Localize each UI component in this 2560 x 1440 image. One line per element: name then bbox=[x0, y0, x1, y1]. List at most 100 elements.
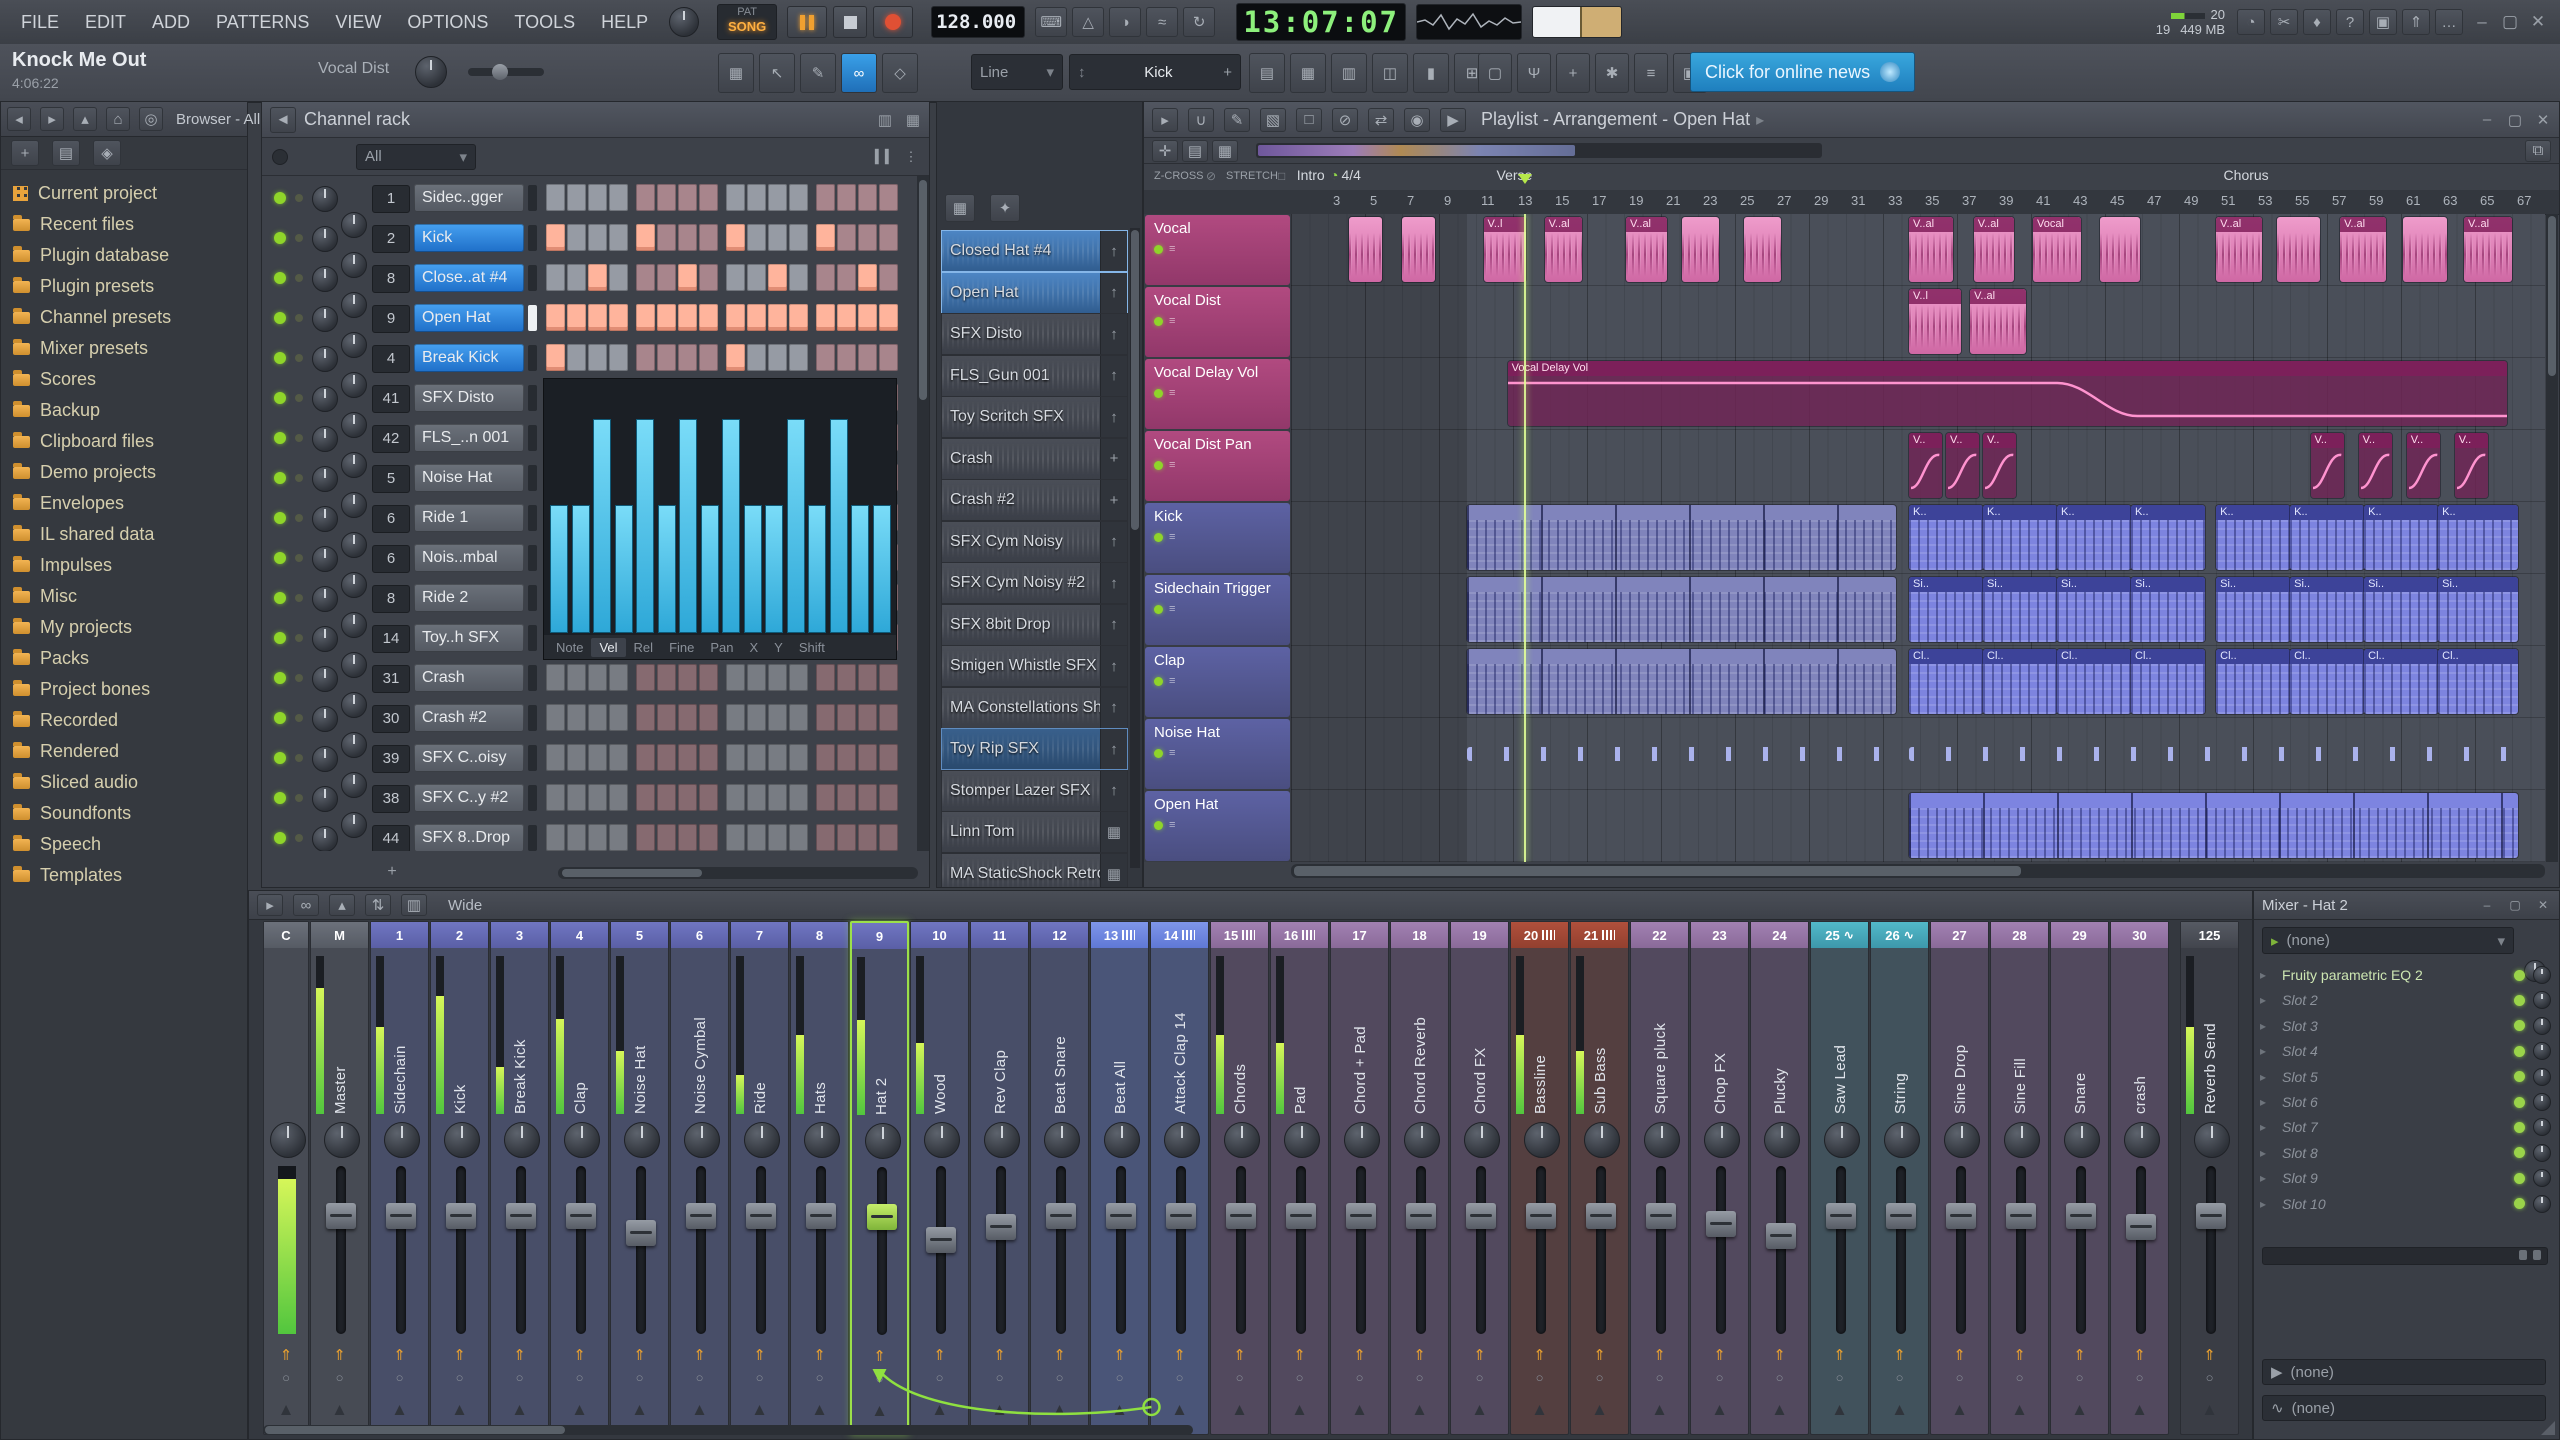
step-2[interactable] bbox=[567, 264, 586, 291]
channel-number[interactable]: 42 bbox=[372, 425, 410, 453]
strip-pan-knob[interactable] bbox=[2193, 1122, 2230, 1158]
clip-ticks[interactable] bbox=[1466, 747, 1897, 761]
step-7[interactable] bbox=[678, 224, 697, 251]
clip-pat[interactable]: K.. bbox=[1983, 505, 2058, 570]
route-target-icon[interactable]: ▲ bbox=[311, 1400, 368, 1420]
strip-fader-track[interactable] bbox=[695, 1166, 706, 1334]
track-enable-led[interactable] bbox=[1154, 532, 1163, 542]
slot-enable-led[interactable] bbox=[2514, 1147, 2525, 1159]
mixer-strip-27[interactable]: 27 Sine Drop ⇑ ○ ▲ bbox=[1930, 921, 1989, 1435]
slot-mix-knob[interactable] bbox=[2533, 1042, 2551, 1061]
channel-pan-knob[interactable] bbox=[312, 306, 338, 332]
arrow-icon[interactable]: ↑ bbox=[1100, 521, 1127, 562]
step-4[interactable] bbox=[609, 704, 628, 731]
clip-pat[interactable]: Cl.. bbox=[2131, 649, 2206, 714]
step-3[interactable] bbox=[588, 824, 607, 851]
clip-audio[interactable]: V..al bbox=[1544, 217, 1582, 282]
route-arrow-icon[interactable]: ⇑ bbox=[551, 1346, 608, 1364]
arrow-icon[interactable]: ↖ bbox=[759, 53, 795, 93]
fx-slot-8[interactable]: ▸ Slot 8 bbox=[2260, 1141, 2551, 1165]
fx-enable-led[interactable]: ○ bbox=[1991, 1370, 2048, 1385]
playlist-icon[interactable]: ▤ bbox=[1249, 53, 1285, 93]
fx-enable-led[interactable]: ○ bbox=[1151, 1370, 1208, 1385]
resize-grip[interactable] bbox=[2541, 1421, 2555, 1435]
picker-item-smigen-whistle-sfx[interactable]: Smigen Whistle SFX ↑ bbox=[941, 645, 1128, 687]
clip-audio[interactable] bbox=[1744, 217, 1782, 282]
slot-enable-led[interactable] bbox=[2514, 1071, 2525, 1083]
pattern-selector[interactable]: ↕ Kick + bbox=[1069, 54, 1241, 90]
clip-pat[interactable]: K.. bbox=[2057, 505, 2132, 570]
strip-header[interactable]: 18 bbox=[1391, 922, 1448, 948]
channel-number[interactable]: 44 bbox=[372, 825, 410, 851]
timeline-ruler[interactable]: 3 5 7 9 11 13 15 17 19 21 23 25 27 29 31 33 35 37 39 41 43 45… bbox=[1291, 190, 2545, 214]
strip-pan-knob[interactable] bbox=[563, 1122, 600, 1158]
strip-pan-knob[interactable] bbox=[1883, 1122, 1920, 1158]
menu-file[interactable]: FILE bbox=[8, 0, 72, 44]
step-15[interactable] bbox=[858, 224, 877, 251]
mixer-strip-11[interactable]: 11 Rev Clap ⇑ ○ ▲ bbox=[970, 921, 1029, 1435]
route-arrow-icon[interactable]: ⇑ bbox=[1391, 1346, 1448, 1364]
route-arrow-icon[interactable]: ⇑ bbox=[311, 1346, 368, 1364]
step-9[interactable] bbox=[726, 304, 745, 331]
picker-item-ma-constellations-sh-[interactable]: MA Constellations Sh.. ↑ bbox=[941, 686, 1128, 729]
strip-header[interactable]: 9 bbox=[852, 923, 907, 949]
fx-enable-led[interactable]: ○ bbox=[311, 1370, 368, 1385]
move-icon[interactable]: + bbox=[1100, 438, 1127, 479]
stretch-icon[interactable]: □ bbox=[1278, 169, 1285, 183]
fx-slot-4[interactable]: ▸ Slot 4 bbox=[2260, 1039, 2551, 1063]
strip-fader-handle[interactable] bbox=[565, 1202, 596, 1229]
channel-number[interactable]: 8 bbox=[372, 585, 410, 613]
step-5[interactable] bbox=[636, 784, 655, 811]
strip-fader-track[interactable] bbox=[1715, 1166, 1726, 1334]
strip-pan-knob[interactable] bbox=[743, 1122, 780, 1158]
strip-fader-track[interactable] bbox=[1355, 1166, 1366, 1334]
route-arrow-icon[interactable]: ⇑ bbox=[1271, 1346, 1328, 1364]
strip-fader-handle[interactable] bbox=[445, 1202, 476, 1229]
strip-fader-handle[interactable] bbox=[1825, 1202, 1856, 1229]
track-enable-led[interactable] bbox=[1154, 460, 1163, 470]
strip-pan-knob[interactable] bbox=[1943, 1122, 1980, 1158]
stop-button[interactable] bbox=[833, 6, 868, 38]
step-15[interactable] bbox=[858, 184, 877, 211]
playhead-line[interactable] bbox=[1524, 214, 1527, 862]
step-12[interactable] bbox=[789, 824, 808, 851]
strip-header[interactable]: 15 bbox=[1211, 922, 1268, 948]
strip-fader-track[interactable] bbox=[395, 1166, 406, 1334]
send-a-selector[interactable]: ▶ (none) bbox=[2262, 1359, 2546, 1385]
step-15[interactable] bbox=[858, 264, 877, 291]
mixer-strip-25[interactable]: 25 ∿ Saw Lead ⇑ ○ ▲ bbox=[1810, 921, 1869, 1435]
strip-fader-track[interactable] bbox=[1235, 1166, 1246, 1334]
step-6[interactable] bbox=[657, 744, 676, 771]
strip-pan-knob[interactable] bbox=[1763, 1122, 1800, 1158]
track-lock-icon[interactable]: ≡ bbox=[1169, 675, 1175, 687]
remote-icon[interactable]: ◇ bbox=[882, 53, 918, 93]
channel-number[interactable]: 38 bbox=[372, 785, 410, 813]
clip-pat[interactable]: Si.. bbox=[2216, 577, 2291, 642]
playlist-close[interactable]: ✕ bbox=[2535, 111, 2551, 129]
marker-chorus[interactable]: Chorus bbox=[2224, 167, 2269, 183]
strip-pan-knob[interactable] bbox=[1043, 1122, 1080, 1158]
strip-fader-track[interactable] bbox=[455, 1166, 466, 1334]
strip-fader-track[interactable] bbox=[1775, 1166, 1786, 1334]
rack-v-scrollbar[interactable] bbox=[917, 176, 929, 851]
step-13[interactable] bbox=[816, 264, 835, 291]
slot-mix-knob[interactable] bbox=[2533, 1016, 2551, 1035]
add-channel-button[interactable]: + bbox=[382, 863, 402, 881]
channel-enable-led[interactable] bbox=[274, 192, 286, 204]
channel-enable-led[interactable] bbox=[274, 432, 286, 444]
strip-pan-knob[interactable] bbox=[1523, 1122, 1560, 1158]
strip-pan-knob[interactable] bbox=[2003, 1122, 2040, 1158]
channel-name-button[interactable]: SFX Disto bbox=[414, 384, 524, 412]
strip-pan-knob[interactable] bbox=[2123, 1122, 2160, 1158]
clip-pat[interactable]: Cl.. bbox=[2216, 649, 2291, 714]
step-9[interactable] bbox=[726, 344, 745, 371]
clip-audio[interactable]: V..al bbox=[2340, 217, 2387, 282]
channel-pan-knob[interactable] bbox=[312, 426, 338, 452]
fx-enable-led[interactable]: ○ bbox=[1931, 1370, 1988, 1385]
close-button[interactable]: ✕ bbox=[2530, 12, 2546, 32]
step-14[interactable] bbox=[837, 184, 856, 211]
strip-fader-track[interactable] bbox=[335, 1166, 346, 1334]
step-14[interactable] bbox=[837, 264, 856, 291]
pat-song-toggle[interactable]: PAT SONG bbox=[717, 4, 778, 40]
route-arrow-icon[interactable]: ⇑ bbox=[1571, 1346, 1628, 1364]
